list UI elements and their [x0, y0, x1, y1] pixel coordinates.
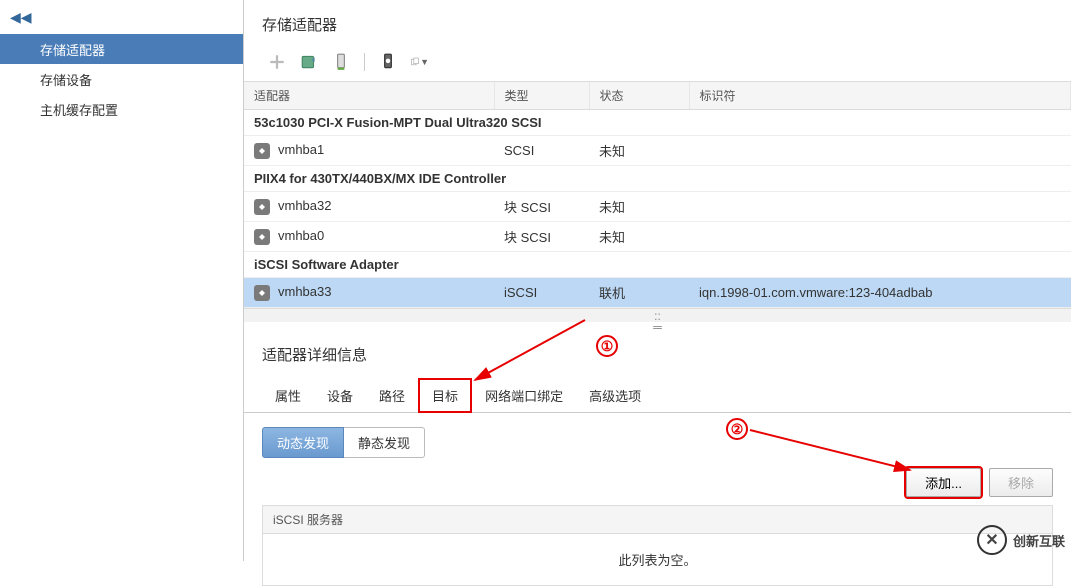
cell-status: 未知: [589, 192, 689, 222]
group-label: PIIX4 for 430TX/440BX/MX IDE Controller: [244, 166, 1071, 192]
sidebar-item-label: 主机缓存配置: [40, 100, 118, 119]
cell-adapter: vmhba1: [244, 136, 494, 166]
sidebar-item-host-cache[interactable]: 主机缓存配置: [0, 94, 243, 124]
adapter-icon: [254, 285, 270, 301]
add-button[interactable]: 添加...: [906, 468, 981, 497]
sidebar-item-storage-adapters[interactable]: 存储适配器: [0, 34, 243, 64]
splitter-handle[interactable]: ═: [244, 322, 1071, 332]
tab-paths[interactable]: 路径: [366, 379, 418, 411]
tab-network-port-binding[interactable]: 网络端口绑定: [472, 379, 576, 411]
empty-message: 此列表为空。: [263, 534, 1052, 585]
cell-type: iSCSI: [494, 278, 589, 308]
table-row[interactable]: vmhba0 块 SCSI 未知: [244, 222, 1071, 252]
iscsi-server-header[interactable]: iSCSI 服务器: [263, 506, 1052, 534]
subtab-static-discovery[interactable]: 静态发现: [344, 427, 425, 458]
sidebar-item-label: 存储设备: [40, 70, 92, 89]
watermark: ✕ 创新互联: [977, 525, 1065, 555]
collapse-icon: ◀◀: [10, 9, 32, 26]
adapter-icon: [254, 229, 270, 245]
cell-status: 未知: [589, 136, 689, 166]
cell-status: 未知: [589, 222, 689, 252]
tab-targets[interactable]: 目标: [418, 378, 472, 413]
page-title: 存储适配器: [244, 0, 1071, 45]
adapter-table: 适配器 类型 状态 标识符 53c1030 PCI-X Fusion-MPT D…: [244, 81, 1071, 308]
subtab-dynamic-discovery[interactable]: 动态发现: [262, 427, 344, 458]
table-row[interactable]: vmhba33 iSCSI 联机 iqn.1998-01.com.vmware:…: [244, 278, 1071, 308]
adapter-icon: [254, 199, 270, 215]
properties-icon[interactable]: ▼: [411, 53, 429, 71]
rescan-all-icon[interactable]: [379, 53, 397, 71]
cell-identifier: iqn.1998-01.com.vmware:123-404adbab: [689, 278, 1071, 308]
cell-identifier: [689, 136, 1071, 166]
col-adapter[interactable]: 适配器: [244, 82, 494, 110]
table-row[interactable]: vmhba1 SCSI 未知: [244, 136, 1071, 166]
tab-advanced-options[interactable]: 高级选项: [576, 379, 654, 411]
watermark-text: 创新互联: [1013, 531, 1065, 550]
collapse-button[interactable]: ◀◀: [0, 0, 243, 34]
refresh-adapter-icon[interactable]: [300, 53, 318, 71]
cell-adapter: vmhba0: [244, 222, 494, 252]
sidebar-item-label: 存储适配器: [40, 40, 105, 59]
adapter-icon: [254, 143, 270, 159]
table-header-row: 适配器 类型 状态 标识符: [244, 82, 1071, 110]
rescan-icon[interactable]: [332, 53, 350, 71]
table-group-row: PIIX4 for 430TX/440BX/MX IDE Controller: [244, 166, 1071, 192]
cell-identifier: [689, 192, 1071, 222]
toolbar-divider: [364, 53, 365, 71]
tab-devices[interactable]: 设备: [314, 379, 366, 411]
action-row: 添加... 移除: [244, 468, 1071, 505]
cell-adapter: vmhba32: [244, 192, 494, 222]
add-icon[interactable]: [268, 53, 286, 71]
sidebar-item-storage-devices[interactable]: 存储设备: [0, 64, 243, 94]
group-label: 53c1030 PCI-X Fusion-MPT Dual Ultra320 S…: [244, 110, 1071, 136]
watermark-logo-icon: ✕: [977, 525, 1007, 555]
cell-status: 联机: [589, 278, 689, 308]
remove-button[interactable]: 移除: [989, 468, 1053, 497]
iscsi-server-table: iSCSI 服务器 此列表为空。: [262, 505, 1053, 586]
table-row[interactable]: vmhba32 块 SCSI 未知: [244, 192, 1071, 222]
cell-identifier: [689, 222, 1071, 252]
cell-type: 块 SCSI: [494, 222, 589, 252]
main-panel: 存储适配器 ▼ 适配器 类型 状态 标识符 5: [244, 0, 1071, 561]
discovery-subtabs: 动态发现 静态发现: [244, 413, 1071, 468]
toolbar: ▼: [244, 45, 1071, 81]
col-identifier[interactable]: 标识符: [689, 82, 1071, 110]
cell-type: 块 SCSI: [494, 192, 589, 222]
detail-title: 适配器详细信息: [244, 332, 1071, 377]
cell-adapter: vmhba33: [244, 278, 494, 308]
sidebar: ◀◀ 存储适配器 存储设备 主机缓存配置: [0, 0, 244, 561]
cell-type: SCSI: [494, 136, 589, 166]
col-type[interactable]: 类型: [494, 82, 589, 110]
table-group-row: iSCSI Software Adapter: [244, 252, 1071, 278]
detail-tabs: 属性 设备 路径 目标 网络端口绑定 高级选项: [244, 377, 1071, 413]
table-group-row: 53c1030 PCI-X Fusion-MPT Dual Ultra320 S…: [244, 110, 1071, 136]
col-status[interactable]: 状态: [589, 82, 689, 110]
tab-properties[interactable]: 属性: [262, 379, 314, 411]
group-label: iSCSI Software Adapter: [244, 252, 1071, 278]
